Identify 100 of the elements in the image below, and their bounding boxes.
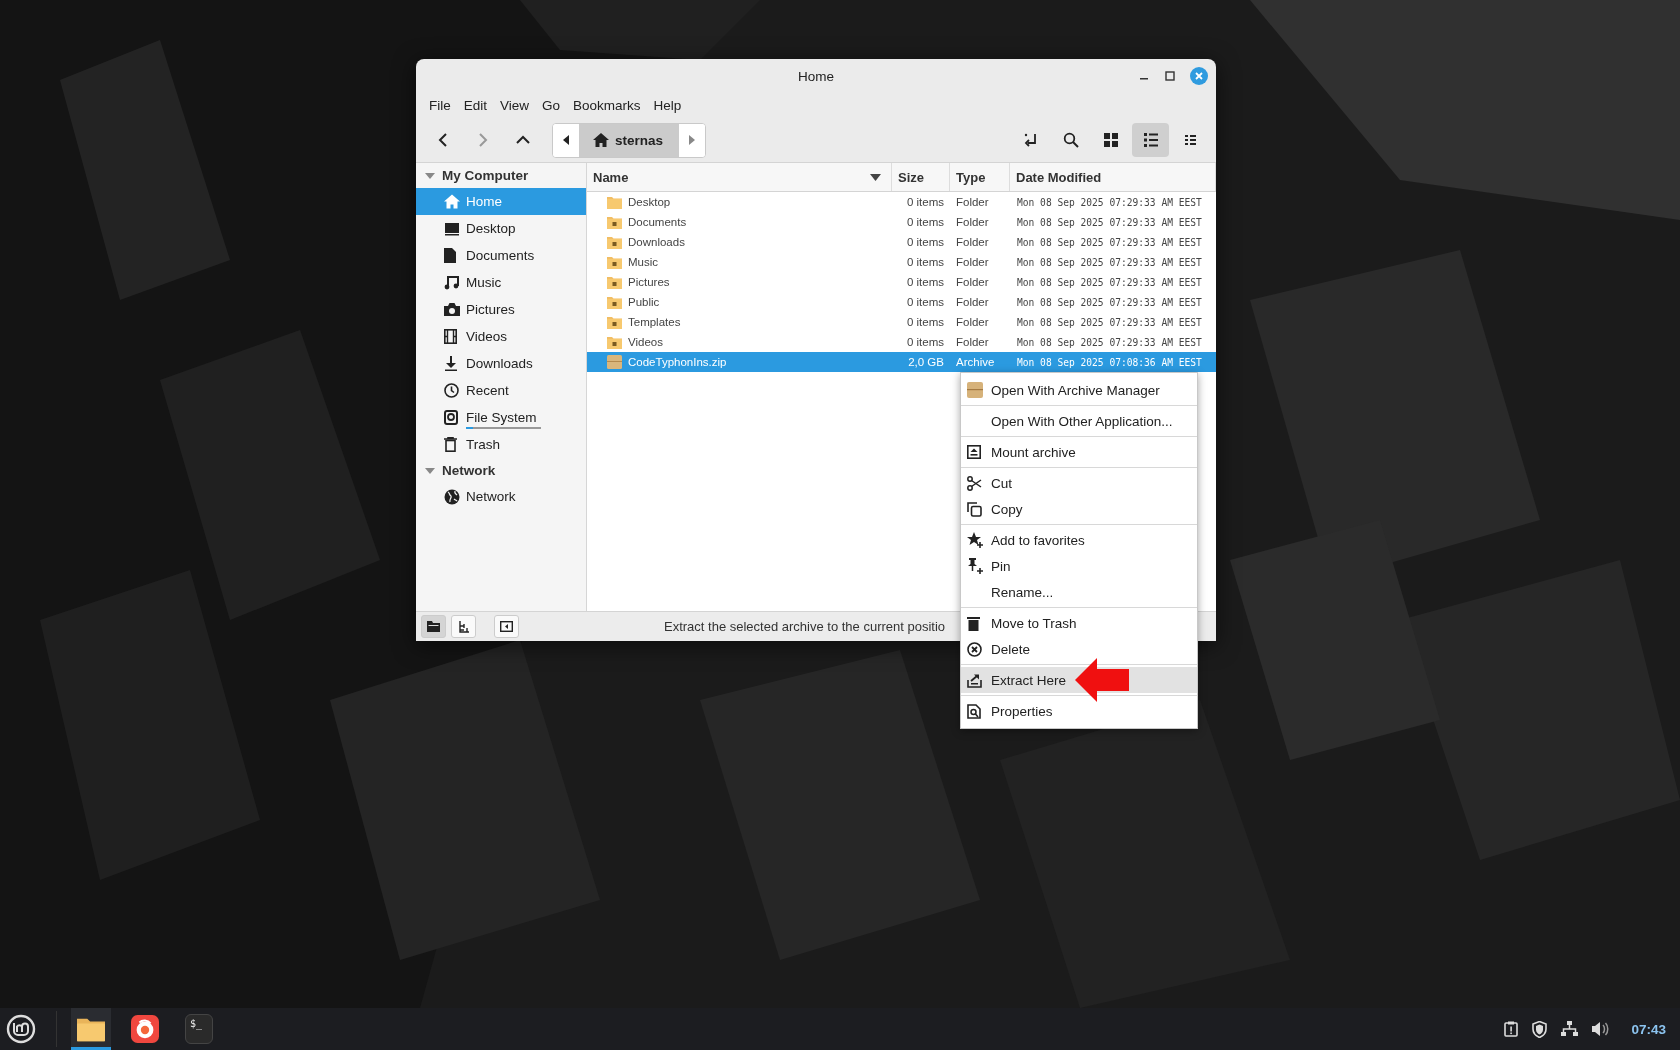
- sidebar-toggle-button[interactable]: [494, 615, 519, 638]
- grid-view-icon: [1102, 132, 1119, 148]
- sidebar-item[interactable]: File System: [416, 404, 586, 431]
- folder-icon: [77, 1016, 105, 1042]
- menu-item[interactable]: View: [495, 98, 538, 113]
- context-menu-item[interactable]: Cut: [961, 470, 1197, 496]
- file-type: Folder: [955, 336, 990, 348]
- file-type: Folder: [955, 196, 990, 208]
- context-menu-item[interactable]: Move to Trash: [961, 610, 1197, 636]
- context-menu-item[interactable]: Properties: [961, 698, 1197, 724]
- left-triangle-icon: [562, 134, 570, 146]
- sidebar-item[interactable]: Videos: [416, 323, 586, 350]
- maximize-icon[interactable]: [1164, 70, 1176, 82]
- tree-icon: [457, 620, 470, 633]
- menu-item[interactable]: Go: [537, 98, 569, 113]
- close-icon[interactable]: [1190, 67, 1208, 85]
- sidebar-item[interactable]: Pictures: [416, 296, 586, 323]
- file-name: Templates: [628, 316, 681, 328]
- context-menu-item[interactable]: Mount archive: [961, 439, 1197, 465]
- menu-item[interactable]: Edit: [458, 98, 496, 113]
- folder-icon: [607, 215, 622, 229]
- sidebar-heading: My Computer: [442, 168, 529, 183]
- file-row[interactable]: Templates 0 items Folder Mon 08 Sep 2025 07:29:33 AM EEST: [587, 312, 1216, 332]
- sidebar-item[interactable]: Trash: [416, 431, 586, 458]
- compact-view-icon: [1182, 132, 1199, 148]
- sidebar-item[interactable]: Recent: [416, 377, 586, 404]
- clock[interactable]: 07:43: [1631, 1021, 1666, 1037]
- file-name: Desktop: [628, 196, 671, 208]
- expander-icon[interactable]: [425, 465, 435, 476]
- file-date: Mon 08 Sep 2025 07:29:33 AM EEST: [1016, 316, 1203, 328]
- copy-icon: [967, 501, 982, 517]
- film-icon: [444, 329, 457, 344]
- volume-icon[interactable]: [1592, 1021, 1610, 1037]
- browser-icon: [131, 1014, 159, 1044]
- file-row[interactable]: Documents 0 items Folder Mon 08 Sep 2025 07:29:33 AM EEST: [587, 212, 1216, 232]
- file-date: Mon 08 Sep 2025 07:29:33 AM EEST: [1016, 216, 1203, 228]
- column-header[interactable]: Size: [892, 163, 950, 191]
- context-menu-item[interactable]: Copy: [961, 496, 1197, 522]
- file-type: Folder: [955, 296, 990, 308]
- context-menu-item[interactable]: Pin: [961, 553, 1197, 579]
- status-message: Extract the selected archive to the current positio: [664, 619, 946, 634]
- file-date: Mon 08 Sep 2025 07:29:33 AM EEST: [1016, 196, 1203, 208]
- column-header[interactable]: Type: [950, 163, 1010, 191]
- file-row[interactable]: Desktop 0 items Folder Mon 08 Sep 2025 07:29:33 AM EEST: [587, 192, 1216, 212]
- folder-icon: [607, 335, 622, 349]
- file-name: Pictures: [628, 276, 670, 288]
- network-icon[interactable]: [1561, 1021, 1579, 1037]
- taskbar-app-button[interactable]: $_: [179, 1008, 219, 1050]
- taskbar-app-button[interactable]: [71, 1008, 111, 1050]
- file-size: 2,0 GB: [907, 356, 945, 368]
- list-view-button[interactable]: [1132, 123, 1169, 157]
- sidebar-item[interactable]: Music: [416, 269, 586, 296]
- file-name: Videos: [628, 336, 663, 348]
- shield-icon[interactable]: [1532, 1020, 1548, 1038]
- properties-icon: [967, 703, 981, 719]
- file-row[interactable]: Downloads 0 items Folder Mon 08 Sep 2025 07:29:33 AM EEST: [587, 232, 1216, 252]
- file-size: 0 items: [905, 336, 945, 348]
- file-row[interactable]: Public 0 items Folder Mon 08 Sep 2025 07:29:33 AM EEST: [587, 292, 1216, 312]
- sidebar-item[interactable]: Downloads: [416, 350, 586, 377]
- right-triangle-icon: [688, 134, 697, 146]
- places-button[interactable]: [421, 615, 446, 638]
- camera-icon: [444, 303, 460, 316]
- file-row[interactable]: Pictures 0 items Folder Mon 08 Sep 2025 07:29:33 AM EEST: [587, 272, 1216, 292]
- search-icon: [1062, 132, 1079, 148]
- menu-item[interactable]: File: [424, 98, 459, 113]
- file-row[interactable]: Videos 0 items Folder Mon 08 Sep 2025 07:29:33 AM EEST: [587, 332, 1216, 352]
- context-menu-item[interactable]: Open With Other Application...: [961, 408, 1197, 434]
- clipboard-icon[interactable]: [1504, 1021, 1519, 1037]
- breadcrumb-button[interactable]: sternas: [579, 123, 680, 157]
- back-icon: [436, 133, 449, 147]
- sidebar-item[interactable]: Network: [416, 483, 586, 510]
- file-date: Mon 08 Sep 2025 07:29:33 AM EEST: [1016, 256, 1203, 268]
- file-date: Mon 08 Sep 2025 07:29:33 AM EEST: [1016, 336, 1203, 348]
- sidebar-item[interactable]: Documents: [416, 242, 586, 269]
- file-date: Mon 08 Sep 2025 07:29:33 AM EEST: [1016, 236, 1203, 248]
- up-icon: [515, 134, 530, 146]
- sidebar-item[interactable]: Desktop: [416, 215, 586, 242]
- mount-icon: [967, 445, 981, 459]
- folder-icon: [427, 621, 440, 632]
- context-menu-item[interactable]: Rename...: [961, 579, 1197, 605]
- file-type: Folder: [955, 256, 990, 268]
- monitor-icon: [444, 221, 460, 236]
- folder-icon: [607, 315, 622, 329]
- file-type: Folder: [955, 316, 990, 328]
- home-icon: [444, 194, 460, 209]
- window-title: Home: [798, 68, 834, 84]
- folder-icon: [607, 235, 622, 249]
- file-size: 0 items: [905, 196, 945, 208]
- context-menu-item[interactable]: Add to favorites: [961, 527, 1197, 553]
- tree-button[interactable]: [451, 615, 476, 638]
- menu-item[interactable]: Bookmarks: [568, 98, 649, 113]
- context-menu-item[interactable]: Open With Archive Manager: [961, 377, 1197, 403]
- context-menu-item[interactable]: Delete: [961, 636, 1197, 662]
- column-header[interactable]: Name: [587, 163, 892, 191]
- column-header[interactable]: Date Modified: [1010, 163, 1216, 191]
- expander-icon[interactable]: [425, 170, 435, 181]
- archive-icon: [967, 382, 983, 398]
- file-row[interactable]: Music 0 items Folder Mon 08 Sep 2025 07:29:33 AM EEST: [587, 252, 1216, 272]
- pin-icon: [967, 558, 983, 574]
- menu-item[interactable]: Help: [648, 98, 690, 113]
